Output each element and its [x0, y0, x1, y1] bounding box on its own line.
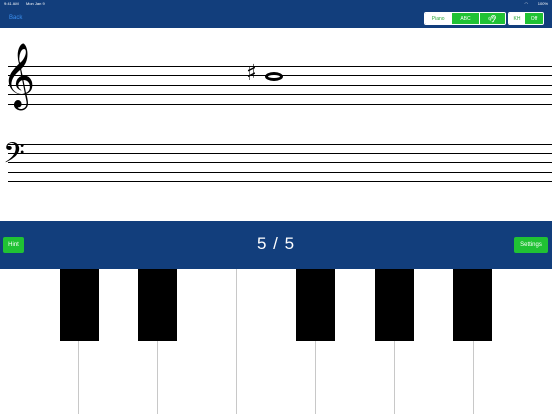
kh-toggle-control: KH Off [508, 12, 544, 25]
segment-ear[interactable] [478, 13, 505, 24]
segment-kh[interactable]: KH [509, 13, 526, 24]
treble-clef-icon: 𝄞 [2, 43, 36, 108]
hint-button[interactable]: Hint [3, 237, 24, 253]
status-time: 9:41 AM [4, 1, 19, 6]
control-bar: Hint 5 / 5 Settings [0, 221, 552, 269]
piano-keyboard [0, 269, 552, 414]
grand-staff: 𝄞 𝄢 ♯ [0, 28, 552, 221]
bass-staff-line [8, 144, 552, 145]
bass-staff-line [8, 172, 552, 173]
sharp-accidental: ♯ [246, 61, 257, 86]
bass-staff-line [8, 162, 552, 163]
treble-staff-line [8, 104, 552, 105]
black-key[interactable] [60, 269, 99, 341]
top-nav-bar: 9:41 AM Mon Jan 9 ◠ 100% Back Piano ABC … [0, 0, 552, 28]
black-key[interactable] [375, 269, 414, 341]
bass-staff-line [8, 153, 552, 154]
segment-off[interactable]: Off [525, 13, 543, 24]
wifi-icon: ◠ [524, 1, 529, 6]
mode-segmented-control: Piano ABC [424, 12, 506, 25]
ear-icon [488, 14, 496, 23]
status-battery: 100% [537, 1, 548, 6]
black-key[interactable] [138, 269, 177, 341]
status-date: Mon Jan 9 [26, 1, 45, 6]
treble-staff-line [8, 66, 552, 67]
treble-staff-line [8, 85, 552, 86]
whole-note [265, 72, 283, 81]
bass-clef-icon: 𝄢 [3, 137, 25, 177]
bass-staff-line [8, 181, 552, 182]
black-key[interactable] [296, 269, 335, 341]
black-key[interactable] [453, 269, 492, 341]
back-button[interactable]: Back [9, 15, 22, 21]
treble-staff-line [8, 94, 552, 95]
progress-counter: 5 / 5 [256, 234, 296, 253]
segment-abc[interactable]: ABC [451, 13, 479, 24]
segment-piano[interactable]: Piano [425, 13, 452, 24]
settings-button[interactable]: Settings [514, 237, 548, 253]
